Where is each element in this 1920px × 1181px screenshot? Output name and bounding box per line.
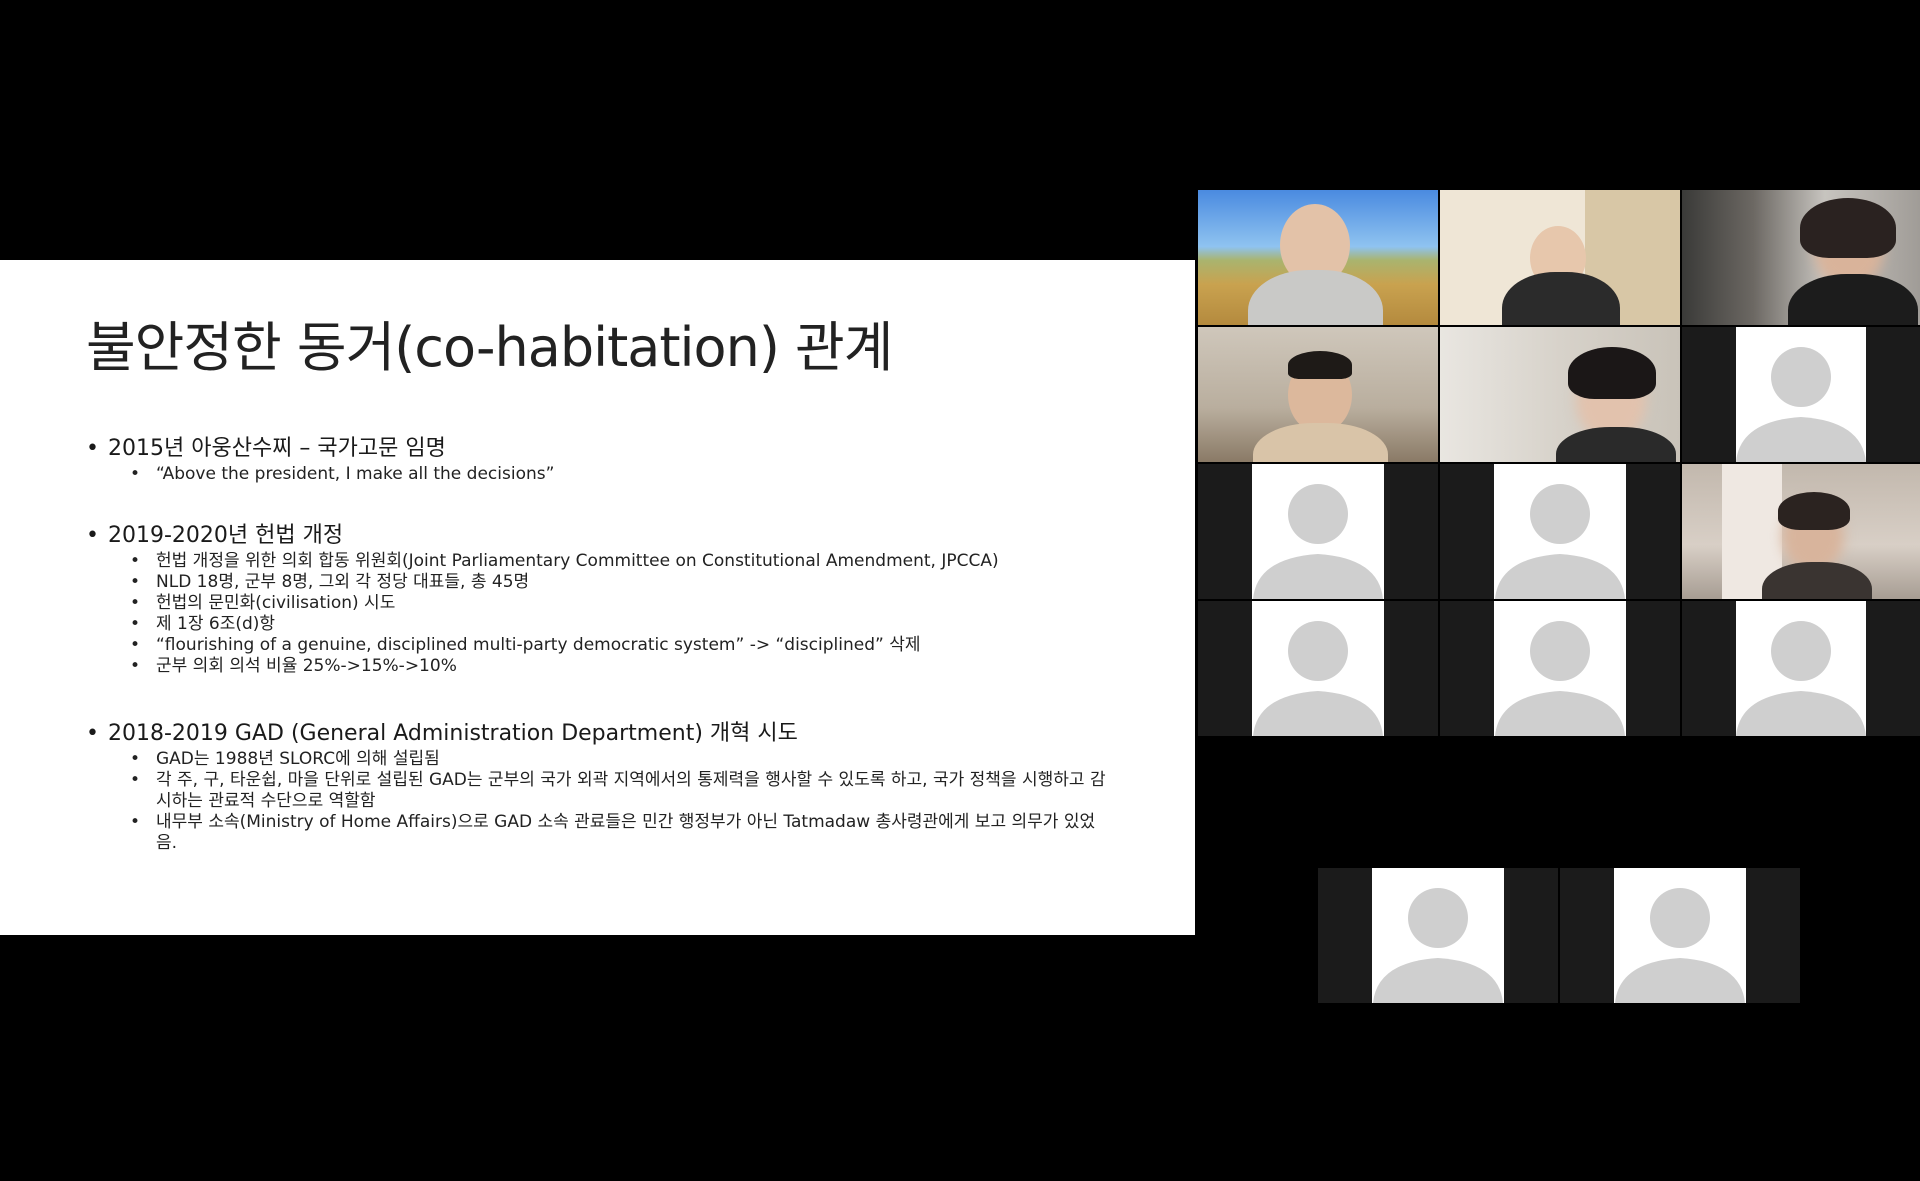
participant-video-tile[interactable] [1440,327,1680,462]
participant-video-tile[interactable] [1198,190,1438,325]
bullet-icon: • [130,812,141,832]
list-item-text: 군부 의회 의석 비율 25%->15%->10% [156,656,457,676]
bullet-icon: • [86,721,99,746]
participant-video-tile[interactable] [1198,327,1438,462]
list-item-text: 내무부 소속(Ministry of Home Affairs)으로 GAD 소… [156,812,1096,853]
section-heading: • 2018-2019 GAD (General Administration … [86,721,1166,747]
list-item: • 헌법 개정을 위한 의회 합동 위원회(Joint Parliamentary… [86,551,1166,572]
bullet-icon: • [130,635,141,655]
list-item-text: “flourishing of a genuine, disciplined m… [156,635,921,655]
bullet-icon: • [130,656,141,676]
section-heading-text: 2019-2020년 헌법 개정 [108,523,344,548]
slide-section-3: • 2018-2019 GAD (General Administration … [86,721,1166,854]
participant-avatar-tile[interactable] [1318,868,1558,1003]
bullet-icon: • [86,523,99,548]
participant-avatar-tile[interactable] [1198,601,1438,736]
list-item: • 군부 의회 의석 비율 25%->15%->10% [86,656,1166,677]
section-items: • GAD는 1988년 SLORC에 의해 설립됨 • 각 주, 구, 타운쉽, … [86,749,1166,854]
list-item: • “Above the president, I make all the de… [86,464,1166,485]
user-silhouette-icon [1253,621,1383,736]
participant-video-tile[interactable] [1682,190,1920,325]
participant-avatar-tile[interactable] [1440,464,1680,599]
participant-avatar-tile[interactable] [1682,601,1920,736]
participant-video-tile[interactable] [1682,464,1920,599]
bullet-icon: • [130,464,141,484]
bullet-icon: • [130,770,141,790]
list-item: • 헌법의 문민화(civilisation) 시도 [86,593,1166,614]
bullet-icon: • [130,614,141,634]
bullet-icon: • [130,551,141,571]
user-silhouette-icon [1253,484,1383,599]
section-heading: • 2015년 아웅산수찌 – 국가고문 임명 [86,436,1166,462]
list-item-text: 헌법 개정을 위한 의회 합동 위원회(Joint Parliamentary … [156,551,999,571]
list-item-text: 헌법의 문민화(civilisation) 시도 [156,593,396,613]
bullet-icon: • [130,572,141,592]
participant-avatar-tile[interactable] [1198,464,1438,599]
user-silhouette-icon [1373,888,1503,1003]
user-silhouette-icon [1736,347,1866,462]
list-item-text: GAD는 1988년 SLORC에 의해 설립됨 [156,749,440,769]
meeting-window: 불안정한 동거(co-habitation) 관계 • 2015년 아웅산수찌 … [0,0,1920,1181]
user-silhouette-icon [1495,484,1625,599]
list-item: • 내무부 소속(Ministry of Home Affairs)으로 GAD … [86,812,1166,854]
list-item: • 제 1장 6조(d)항 [86,614,1166,635]
list-item: • 각 주, 구, 타운쉽, 마을 단위로 설립된 GAD는 군부의 국가 외곽 … [86,770,1166,812]
section-items: • 헌법 개정을 위한 의회 합동 위원회(Joint Parliamentary… [86,551,1166,677]
list-item-text: NLD 18명, 군부 8명, 그외 각 정당 대표들, 총 45명 [156,572,530,592]
bullet-icon: • [130,593,141,613]
user-silhouette-icon [1736,621,1866,736]
section-heading-text: 2018-2019 GAD (General Administration De… [108,721,798,746]
user-silhouette-icon [1615,888,1745,1003]
section-items: • “Above the president, I make all the de… [86,464,1166,485]
participant-avatar-tile[interactable] [1560,868,1800,1003]
list-item: • GAD는 1988년 SLORC에 의해 설립됨 [86,749,1166,770]
list-item-text: “Above the president, I make all the dec… [156,464,555,484]
list-item: • “flourishing of a genuine, disciplined … [86,635,1166,656]
section-heading-text: 2015년 아웅산수찌 – 국가고문 임명 [108,436,446,461]
user-silhouette-icon [1495,621,1625,736]
participant-avatar-tile[interactable] [1440,601,1680,736]
slide-section-1: • 2015년 아웅산수찌 – 국가고문 임명 • “Above the pres… [86,436,1166,485]
slide-title: 불안정한 동거(co-habitation) 관계 [86,316,893,379]
bullet-icon: • [86,436,99,461]
list-item-text: 각 주, 구, 타운쉽, 마을 단위로 설립된 GAD는 군부의 국가 외곽 지… [156,770,1106,811]
list-item-text: 제 1장 6조(d)항 [156,614,276,634]
participant-avatar-tile[interactable] [1682,327,1920,462]
section-heading: • 2019-2020년 헌법 개정 [86,523,1166,549]
bullet-icon: • [130,749,141,769]
list-item: • NLD 18명, 군부 8명, 그외 각 정당 대표들, 총 45명 [86,572,1166,593]
slide-section-2: • 2019-2020년 헌법 개정 • 헌법 개정을 위한 의회 합동 위원회(… [86,523,1166,677]
participant-video-tile[interactable] [1440,190,1680,325]
